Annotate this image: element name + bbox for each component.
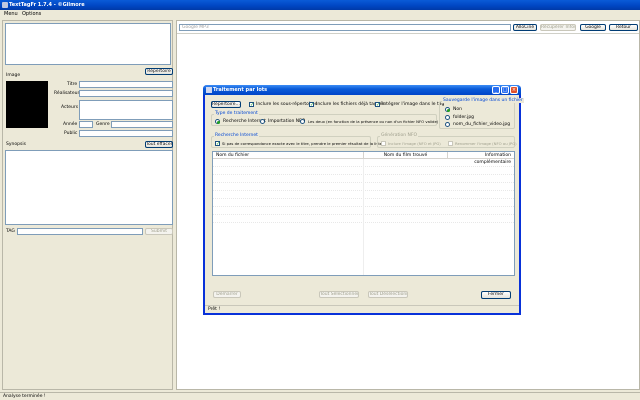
importation-nfo-radio[interactable]: [260, 119, 265, 124]
app-icon: [2, 2, 8, 8]
titre-label: Titre: [67, 82, 78, 87]
tag-label: TAG: [6, 229, 15, 234]
sauvegarde-nom-radio[interactable]: [445, 122, 450, 127]
col-nom-film[interactable]: Nom du film trouvé: [363, 152, 447, 159]
col-divider: [363, 159, 364, 275]
integrer-image-label: Intégrer l'image dans le tag: [382, 102, 445, 107]
tout-selectionner-button[interactable]: Tout Sélectionner: [319, 291, 359, 298]
inclure-tagges-checkbox[interactable]: ✓: [309, 102, 314, 108]
browser-divider: [177, 33, 639, 34]
sauvegarde-folder-radio[interactable]: [445, 115, 450, 120]
file-list-box[interactable]: [5, 23, 171, 65]
sauvegarde-title: Sauvegarde l'image dans un fichier: [442, 98, 524, 103]
sauvegarde-folder-label: folder.jpg: [453, 115, 475, 120]
window-title: TextTagFr 1.7.4 - ©Gilmore: [9, 2, 85, 8]
sauvegarde-group: Sauvegarde l'image dans un fichier Non f…: [439, 98, 524, 129]
public-label: Public: [64, 131, 78, 136]
premier-resultat-label: Si pas de correspondance exacte avec le …: [222, 141, 383, 146]
generation-nfo-title: Génération NFO: [380, 133, 419, 138]
fermer-button[interactable]: Fermer: [481, 291, 511, 299]
annee-label: Année: [63, 122, 78, 127]
renommer-image-checkbox[interactable]: [448, 141, 453, 146]
dialog-repertoire-button[interactable]: Répertoire...: [211, 101, 241, 108]
recherche-internet-title: Recherche Internet: [214, 133, 259, 138]
demarrer-button[interactable]: Démarrer: [213, 291, 241, 298]
image-label: Image: [6, 73, 21, 78]
results-table[interactable]: Nom du fichier Nom du film trouvé Inform…: [212, 151, 515, 276]
acteurs-label: Acteurs: [61, 105, 79, 110]
acteurs-field[interactable]: [79, 100, 173, 120]
premier-resultat-checkbox[interactable]: ✓: [215, 141, 220, 147]
dialog-title-bar: Traitement par lots _ □ ×: [203, 85, 521, 95]
recherche-internet-radio[interactable]: [215, 119, 220, 124]
integrer-image-checkbox[interactable]: ✓: [375, 102, 380, 108]
col-nom-fichier[interactable]: Nom du fichier: [213, 152, 363, 159]
menu-bar: Menu Options: [0, 10, 640, 19]
genre-field[interactable]: [111, 121, 173, 128]
close-icon[interactable]: ×: [510, 86, 518, 94]
status-bar: Analyse terminée !: [0, 392, 640, 400]
status-text: Analyse terminée !: [3, 394, 46, 399]
inclure-image-nfo-checkbox[interactable]: [381, 141, 386, 146]
synopsis-label: Synopsis: [6, 142, 26, 147]
maximize-icon[interactable]: □: [501, 86, 509, 94]
sauvegarde-non-radio[interactable]: [445, 107, 450, 112]
genre-label: Genre: [96, 122, 110, 127]
menu-item-options[interactable]: Options: [22, 11, 41, 17]
minimize-icon[interactable]: _: [492, 86, 500, 94]
renommer-image-label: Renommer l'image (NFO ou JPG): [455, 141, 517, 146]
inclure-sous-rep-label: Inclure les sous-répertoires: [256, 102, 318, 107]
inclure-sous-rep-checkbox[interactable]: ✓: [249, 102, 254, 108]
les-deux-label: Les deux (en fonction de la présence ou …: [308, 119, 439, 124]
allocine-button[interactable]: AlloCiné: [513, 24, 537, 31]
tout-effacer-button[interactable]: Tout effacer: [145, 141, 173, 148]
annee-field[interactable]: [79, 121, 93, 128]
realisateur-label: Réalisateur: [54, 91, 80, 96]
public-field[interactable]: [79, 130, 173, 137]
tag-field[interactable]: [17, 228, 143, 235]
dialog-status-text: Prêt !: [208, 307, 221, 312]
recherche-internet-group: Recherche Internet ✓ Si pas de correspon…: [211, 133, 382, 148]
sauvegarde-nom-label: nom_du_fichier_video.jpg: [453, 122, 511, 127]
retour-button[interactable]: Retour: [609, 24, 638, 31]
les-deux-radio[interactable]: [300, 119, 305, 124]
cover-image: [6, 81, 48, 128]
left-panel: Répertoire Image Titre Réalisateur Acteu…: [2, 20, 173, 390]
search-input[interactable]: Google MP3: [179, 24, 511, 31]
repertoire-button[interactable]: Répertoire: [145, 68, 173, 75]
type-traitement-title: Type de traitement: [214, 111, 259, 116]
generation-nfo-group: Génération NFO Inclure l'image (NFO et J…: [377, 133, 517, 148]
realisateur-field[interactable]: [79, 90, 173, 97]
sauvegarde-non-label: Non: [453, 107, 462, 112]
submit-button[interactable]: Submit: [145, 228, 173, 235]
app-title-bar: TextTagFr 1.7.4 - ©Gilmore: [0, 0, 640, 10]
type-traitement-group: Type de traitement Recherche Internet Im…: [211, 111, 439, 126]
titre-field[interactable]: [79, 81, 173, 88]
recuperer-infos-button[interactable]: Récupérer Infos: [540, 24, 576, 31]
dialog-status-bar: Prêt !: [205, 305, 519, 313]
menu-item-menu[interactable]: Menu: [4, 11, 18, 17]
synopsis-field[interactable]: [5, 150, 173, 225]
batch-dialog: Traitement par lots _ □ × Répertoire... …: [203, 85, 524, 315]
col-info[interactable]: Information complémentaire: [447, 152, 514, 165]
tout-deselectionner-button[interactable]: Tout Désélectionner: [368, 291, 408, 298]
inclure-image-nfo-label: Inclure l'image (NFO et JPG): [388, 141, 441, 146]
dialog-icon: [206, 87, 212, 93]
google-button[interactable]: Google: [580, 24, 606, 31]
dialog-title: Traitement par lots: [213, 87, 268, 93]
